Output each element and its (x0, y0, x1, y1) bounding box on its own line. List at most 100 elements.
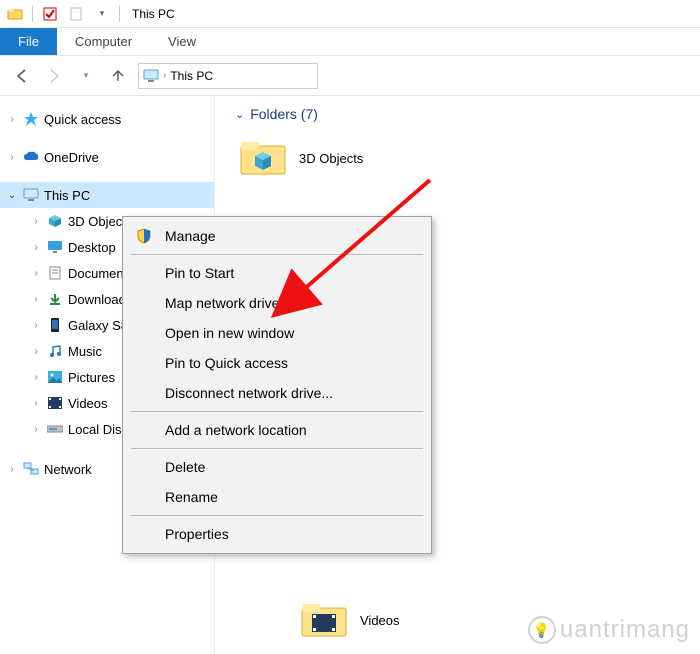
this-pc-icon (22, 186, 40, 204)
folder-cube-icon (239, 138, 287, 178)
folder-label: 3D Objects (299, 151, 363, 166)
tree-label: Desktop (68, 240, 116, 255)
documents-icon (46, 264, 64, 282)
cm-delete[interactable]: Delete (125, 452, 429, 482)
chevron-right-icon: › (30, 372, 42, 383)
cm-manage[interactable]: Manage (125, 221, 429, 251)
folder-film-icon (300, 600, 348, 640)
cm-label: Disconnect network drive... (165, 385, 333, 401)
bulb-icon: 💡 (528, 616, 556, 644)
folder-3d-objects[interactable]: 3D Objects (235, 132, 680, 184)
cm-label: Manage (165, 228, 216, 244)
chevron-right-icon: › (163, 70, 166, 81)
tree-label: Pictures (68, 370, 115, 385)
chevron-right-icon: › (30, 216, 42, 227)
cm-disconnect-network-drive[interactable]: Disconnect network drive... (125, 378, 429, 408)
chevron-down-icon: ⌄ (6, 190, 18, 201)
chevron-right-icon: › (30, 294, 42, 305)
chevron-right-icon: › (30, 398, 42, 409)
tree-label: Galaxy S8 (68, 318, 128, 333)
chevron-right-icon: › (6, 464, 18, 475)
shield-icon (133, 228, 155, 244)
cm-map-network-drive[interactable]: Map network drive... (125, 288, 429, 318)
tab-computer[interactable]: Computer (57, 28, 150, 55)
watermark-text: uantrimang (560, 616, 690, 644)
cm-add-network-location[interactable]: Add a network location (125, 415, 429, 445)
watermark: 💡 uantrimang (528, 616, 690, 644)
chevron-right-icon: › (30, 242, 42, 253)
desktop-icon (46, 238, 64, 256)
file-tab[interactable]: File (0, 28, 57, 55)
folder-videos[interactable]: Videos (300, 600, 400, 640)
cm-separator (131, 411, 423, 412)
cm-separator (131, 448, 423, 449)
tree-label: Quick access (44, 112, 121, 127)
nav-forward-button[interactable] (42, 64, 66, 88)
chevron-right-icon: › (30, 320, 42, 331)
tree-label: OneDrive (44, 150, 99, 165)
tab-view[interactable]: View (150, 28, 214, 55)
navigation-toolbar: ▾ › This PC (0, 56, 700, 96)
tree-quick-access[interactable]: › Quick access (0, 106, 214, 132)
video-icon (46, 394, 64, 412)
nav-recent-dropdown[interactable]: ▾ (74, 64, 98, 88)
qat-dropdown[interactable]: ▾ (91, 3, 113, 25)
tree-label: Network (44, 462, 92, 477)
folder-label: Videos (360, 613, 400, 628)
network-icon (22, 460, 40, 478)
cm-open-new-window[interactable]: Open in new window (125, 318, 429, 348)
window-title: This PC (132, 7, 175, 21)
pictures-icon (46, 368, 64, 386)
nav-back-button[interactable] (10, 64, 34, 88)
cm-label: Map network drive... (165, 295, 291, 311)
breadcrumb[interactable]: › This PC (143, 69, 213, 83)
cm-properties[interactable]: Properties (125, 519, 429, 549)
cm-label: Pin to Start (165, 265, 234, 281)
folder-icon (7, 6, 23, 22)
cm-separator (131, 515, 423, 516)
tree-this-pc[interactable]: ⌄ This PC (0, 182, 214, 208)
qat-new-folder-button[interactable] (65, 3, 87, 25)
folders-group-header[interactable]: ⌄ Folders (7) (235, 106, 680, 122)
cube-icon (46, 212, 64, 230)
tree-onedrive[interactable]: › OneDrive (0, 144, 214, 170)
address-bar[interactable]: › This PC (138, 63, 318, 89)
cm-label: Add a network location (165, 422, 307, 438)
app-icon (4, 3, 26, 25)
cm-label: Rename (165, 489, 218, 505)
qat-properties-button[interactable] (39, 3, 61, 25)
chevron-right-icon: › (30, 268, 42, 279)
star-icon (22, 110, 40, 128)
cm-rename[interactable]: Rename (125, 482, 429, 512)
arrow-left-icon (13, 67, 31, 85)
tree-label: Videos (68, 396, 108, 411)
tree-label: This PC (44, 188, 90, 203)
tree-label: Music (68, 344, 102, 359)
chevron-down-icon: ⌄ (235, 108, 244, 121)
chevron-down-icon: ▾ (100, 8, 105, 19)
cm-pin-start[interactable]: Pin to Start (125, 258, 429, 288)
chevron-right-icon: › (6, 114, 18, 125)
ribbon-tabs: File Computer View (0, 28, 700, 56)
cm-pin-quick-access[interactable]: Pin to Quick access (125, 348, 429, 378)
title-bar: ▾ This PC (0, 0, 700, 28)
download-icon (46, 290, 64, 308)
cm-label: Pin to Quick access (165, 355, 288, 371)
drive-icon (46, 420, 64, 438)
tree-label: Local Disk (68, 422, 128, 437)
phone-icon (46, 316, 64, 334)
chevron-right-icon: › (6, 152, 18, 163)
cm-label: Properties (165, 526, 229, 542)
nav-up-button[interactable] (106, 64, 130, 88)
breadcrumb-text: This PC (170, 69, 213, 83)
this-pc-icon (143, 69, 159, 83)
chevron-right-icon: › (30, 424, 42, 435)
context-menu: Manage Pin to Start Map network drive...… (122, 216, 432, 554)
chevron-right-icon: › (30, 346, 42, 357)
cloud-icon (22, 148, 40, 166)
checkbox-checked-icon (43, 7, 57, 21)
arrow-up-icon (109, 67, 127, 85)
cm-label: Open in new window (165, 325, 294, 341)
cm-separator (131, 254, 423, 255)
blank-page-icon (69, 7, 83, 21)
